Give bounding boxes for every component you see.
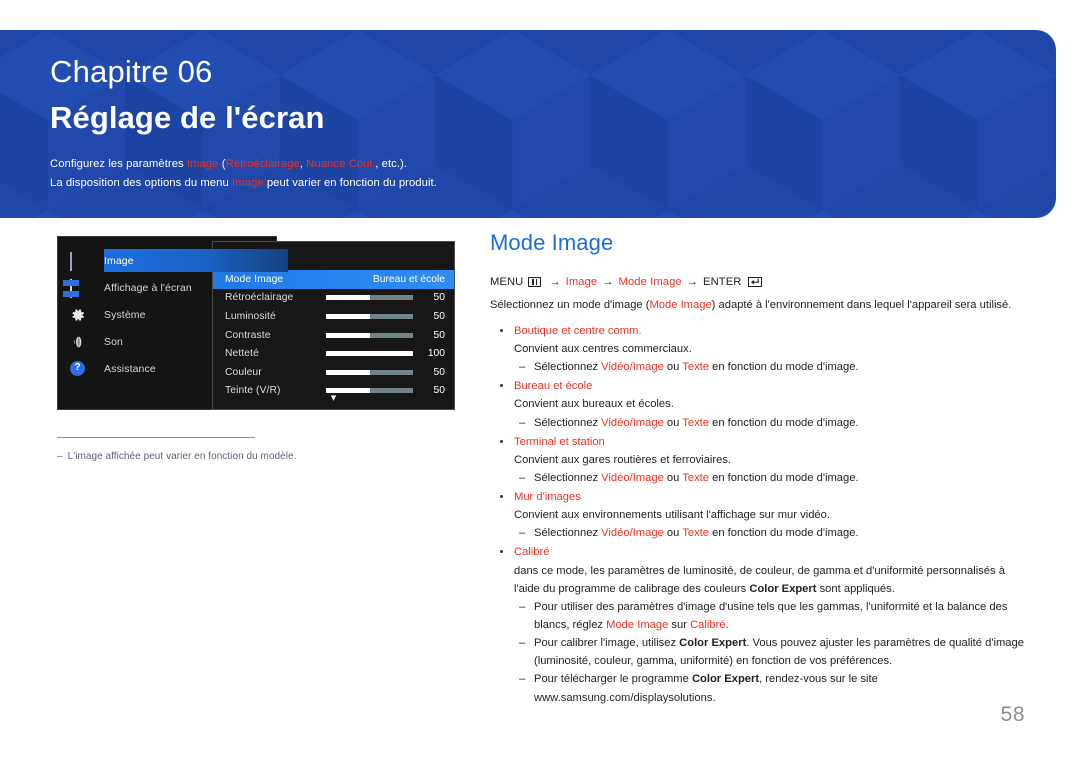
- osd-screenshot-mockup: Image Affichage à l'écran Système Son? Assis…: [57, 236, 455, 410]
- osd-slider-value: 100: [427, 348, 445, 360]
- chapter-banner: Chapitre 06 Réglage de l'écran Configure…: [0, 30, 1056, 218]
- chevron-down-icon[interactable]: ▾: [213, 393, 454, 404]
- enter-label: ENTER: [703, 276, 742, 288]
- mode-sub-note: Pour télécharger le programme Color Expe…: [490, 670, 1030, 706]
- osd-nav-label: Assistance: [104, 362, 156, 375]
- osd-row-label: Netteté: [225, 348, 259, 360]
- help-circle-icon-wrap: ?: [70, 360, 90, 377]
- mode-name: Bureau et école: [490, 377, 1030, 395]
- osd-row-label: Couleur: [225, 366, 262, 378]
- picture-icon: [70, 251, 72, 271]
- osd-slider-value: 50: [433, 292, 445, 304]
- path-step-image: Image: [565, 276, 598, 288]
- osd-slider[interactable]: [326, 295, 413, 301]
- osd-slider[interactable]: [326, 351, 413, 357]
- path-step-mode-image: Mode Image: [618, 276, 682, 288]
- picture-icon-wrap: [70, 251, 90, 271]
- mode-description: dans ce mode, les paramètres de luminosi…: [514, 564, 1005, 595]
- list-item: Calibré dans ce mode, les paramètres de l…: [490, 543, 1030, 706]
- path-arrow-2: →: [602, 276, 614, 288]
- mode-name: Terminal et station: [490, 433, 1030, 451]
- sound-icon: [73, 336, 82, 347]
- list-item: Terminal et station Convient aux gares ro…: [490, 433, 1030, 487]
- mode-sub-note: Sélectionnez Vidéo/Image ou Texte en fon…: [490, 469, 1030, 487]
- list-item: Mur d'images Convient aux environnements …: [490, 488, 1030, 543]
- osd-slider-fill: [326, 369, 370, 375]
- mode-description: Convient aux gares routières et ferrovia…: [514, 453, 732, 466]
- osd-layout-icon-wrap: [63, 278, 90, 298]
- osd-row-label: Contraste: [225, 329, 271, 341]
- osd-row[interactable]: Luminosité 50: [213, 307, 454, 326]
- mode-sub-note: Sélectionnez Vidéo/Image ou Texte en fon…: [490, 524, 1030, 542]
- list-item: Boutique et centre comm. Convient aux cen…: [490, 322, 1030, 376]
- footnote-dash: –: [57, 451, 63, 462]
- osd-slider-value: 50: [433, 366, 445, 378]
- menu-path-breadcrumb: MENU → Image → Mode Image → ENTER: [490, 276, 1030, 288]
- mode-sub-note: Sélectionnez Vidéo/Image ou Texte en fon…: [490, 358, 1030, 376]
- osd-nav-label: Son: [104, 335, 123, 348]
- osd-slider-fill: [326, 313, 370, 319]
- mode-list: Boutique et centre comm. Convient aux cen…: [490, 322, 1030, 707]
- osd-row[interactable]: Couleur 50: [213, 363, 454, 382]
- mode-description: Convient aux bureaux et écoles.: [514, 398, 674, 411]
- mode-name: Calibré: [490, 543, 1030, 561]
- mode-sub-note: Sélectionnez Vidéo/Image ou Texte en fon…: [490, 414, 1030, 432]
- list-item: Bureau et école Convient aux bureaux et é…: [490, 377, 1030, 432]
- mode-name: Mur d'images: [490, 488, 1030, 506]
- osd-row[interactable]: Contraste 50: [213, 326, 454, 345]
- osd-settings-rows: Mode Image Bureau et école Rétroéclairage 5…: [213, 270, 454, 400]
- osd-row[interactable]: Mode Image Bureau et école: [213, 270, 454, 289]
- footnote-divider: [57, 437, 255, 438]
- gear-icon: [72, 308, 84, 321]
- banner-note-line-2: La disposition des options du menu Image…: [50, 177, 437, 189]
- osd-layout-icon: [63, 278, 79, 298]
- mode-name: Boutique et centre comm.: [490, 322, 1030, 340]
- page-root: Chapitre 06 Réglage de l'écran Configure…: [0, 0, 1080, 763]
- page-title: Mode Image: [490, 230, 614, 255]
- osd-row-label: Mode Image: [225, 273, 284, 285]
- osd-nav-label: Système: [104, 308, 146, 321]
- osd-nav-item-image[interactable]: Image: [58, 247, 288, 274]
- mode-sub-note: Pour calibrer l'image, utilisez Color Ex…: [490, 634, 1030, 670]
- mode-description: Convient aux environnements utilisant l'…: [514, 509, 830, 522]
- path-arrow-1: →: [549, 276, 561, 288]
- osd-row-label: Luminosité: [225, 310, 276, 322]
- osd-row[interactable]: Rétroéclairage 50: [213, 289, 454, 308]
- osd-row-label: Rétroéclairage: [225, 292, 294, 304]
- menu-grid-icon: [528, 277, 542, 287]
- osd-slider-value: 50: [433, 310, 445, 322]
- osd-row-value: Bureau et école: [372, 273, 445, 285]
- chapter-label: Chapitre 06: [50, 54, 213, 89]
- enter-key-icon: [748, 277, 763, 287]
- osd-slider-value: 50: [433, 329, 445, 341]
- osd-slider-fill: [326, 332, 370, 338]
- osd-slider[interactable]: [326, 369, 413, 375]
- osd-footnote: – L'image affichée peut varier en fonctio…: [57, 451, 457, 462]
- intro-paragraph: Sélectionnez un mode d'image (Mode Image…: [490, 299, 1012, 311]
- sound-icon-wrap: [70, 334, 90, 350]
- page-number: 58: [1000, 703, 1025, 726]
- footnote-text: L'image affichée peut varier en fonction…: [67, 451, 297, 462]
- banner-note-line-1: Configurez les paramètres Image (Rétroéc…: [50, 158, 408, 170]
- help-circle-icon: ?: [70, 360, 85, 376]
- chapter-title: Réglage de l'écran: [50, 100, 325, 135]
- osd-nav-label: Affichage à l'écran: [104, 281, 192, 294]
- osd-slider[interactable]: [326, 332, 413, 338]
- osd-row[interactable]: Netteté 100: [213, 344, 454, 363]
- osd-nav-label: Image: [104, 254, 134, 267]
- path-arrow-3: →: [686, 276, 699, 288]
- osd-slider[interactable]: [326, 313, 413, 319]
- menu-label: MENU: [490, 276, 524, 288]
- mode-description: Convient aux centres commerciaux.: [514, 342, 692, 355]
- osd-slider-fill: [326, 351, 413, 357]
- article-body: Mode Image MENU → Image → Mode Image → E…: [490, 232, 1030, 708]
- gear-icon-wrap: [70, 307, 90, 323]
- osd-slider-fill: [326, 295, 370, 301]
- mode-sub-note: Pour utiliser des paramètres d'image d'u…: [490, 598, 1030, 634]
